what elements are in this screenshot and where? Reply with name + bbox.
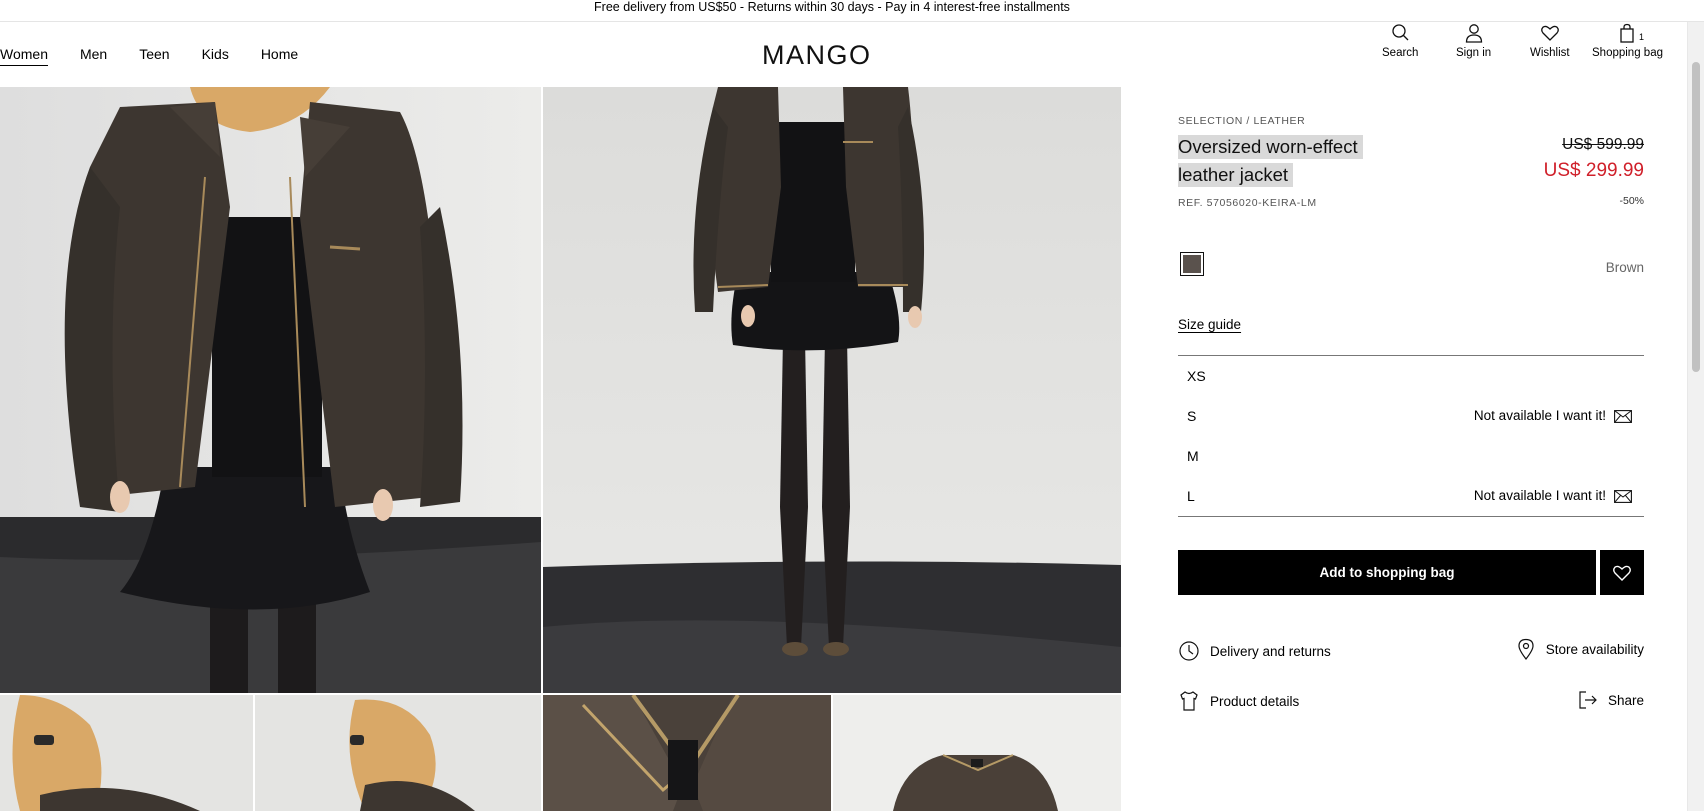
size-guide-link[interactable]: Size guide bbox=[1178, 317, 1241, 332]
product-breadcrumb[interactable]: SELECTION / LEATHER bbox=[1178, 115, 1305, 127]
add-to-bag-button[interactable]: Add to shopping bag bbox=[1178, 550, 1596, 595]
bag-count-badge: 1 bbox=[1639, 32, 1645, 42]
search-button[interactable]: Search bbox=[1382, 22, 1418, 59]
product-title: Oversized worn-effect leather jacket bbox=[1178, 133, 1363, 189]
nav-teen[interactable]: Teen bbox=[139, 46, 169, 66]
color-swatch-brown[interactable] bbox=[1180, 252, 1204, 276]
main-nav: Women Men Teen Kids Home bbox=[0, 46, 330, 66]
mail-icon[interactable] bbox=[1614, 490, 1632, 503]
size-label: M bbox=[1187, 448, 1199, 464]
clock-icon bbox=[1179, 641, 1199, 661]
page-scrollbar[interactable] bbox=[1687, 22, 1704, 811]
size-option-s[interactable]: S Not available I want it! bbox=[1178, 396, 1644, 436]
sale-price: US$ 299.99 bbox=[1543, 160, 1644, 181]
original-price: US$ 599.99 bbox=[1562, 136, 1644, 153]
delivery-returns-label: Delivery and returns bbox=[1210, 643, 1331, 659]
nav-women[interactable]: Women bbox=[0, 46, 48, 66]
size-availability: Not available I want it! bbox=[1473, 488, 1606, 503]
selected-color-name: Brown bbox=[1605, 260, 1644, 275]
share-icon bbox=[1579, 691, 1597, 709]
size-label: S bbox=[1187, 408, 1197, 424]
brand-logo[interactable]: MANGO bbox=[762, 40, 872, 71]
share-label: Share bbox=[1607, 692, 1644, 708]
swatch-fill bbox=[1183, 255, 1201, 273]
product-image-front-closeup[interactable] bbox=[0, 87, 541, 693]
product-reference: REF. 57056020-KEIRA-LM bbox=[1178, 197, 1317, 209]
store-availability-link[interactable]: Store availability bbox=[1516, 638, 1644, 660]
nav-kids[interactable]: Kids bbox=[202, 46, 229, 66]
user-icon bbox=[1465, 24, 1482, 43]
announcement-bar: Free delivery from US$50 - Returns withi… bbox=[0, 0, 1704, 22]
size-option-l[interactable]: L Not available I want it! bbox=[1178, 476, 1644, 516]
wishlist-button[interactable]: Wishlist bbox=[1530, 22, 1570, 59]
wishlist-label: Wishlist bbox=[1530, 47, 1570, 59]
shopping-bag-label: Shopping bag bbox=[1592, 47, 1663, 59]
size-label: XS bbox=[1187, 368, 1206, 384]
product-image-collar-detail[interactable] bbox=[543, 695, 831, 811]
mail-icon[interactable] bbox=[1614, 410, 1632, 423]
site-header: Women Men Teen Kids Home MANGO Search Si… bbox=[0, 22, 1704, 87]
location-pin-icon bbox=[1518, 638, 1534, 660]
search-icon bbox=[1392, 24, 1409, 41]
size-option-xs[interactable]: XS bbox=[1178, 356, 1644, 396]
discount-badge: -50% bbox=[1619, 195, 1644, 207]
product-title-line-1: Oversized worn-effect bbox=[1178, 135, 1363, 159]
product-details-label: Product details bbox=[1210, 693, 1300, 709]
product-image-full-length[interactable] bbox=[543, 87, 1121, 693]
sign-in-button[interactable]: Sign in bbox=[1456, 22, 1491, 59]
sign-in-label: Sign in bbox=[1456, 47, 1492, 59]
share-link[interactable]: Share bbox=[1578, 690, 1644, 710]
size-label: L bbox=[1187, 488, 1195, 504]
scrollbar-thumb[interactable] bbox=[1692, 62, 1700, 372]
product-title-line-2: leather jacket bbox=[1178, 163, 1294, 187]
product-image-profile-1[interactable] bbox=[0, 695, 253, 811]
store-availability-label: Store availability bbox=[1545, 641, 1644, 657]
nav-men[interactable]: Men bbox=[80, 46, 107, 66]
shopping-bag-button[interactable]: 1 Shopping bag bbox=[1592, 22, 1663, 59]
product-image-flat-lay[interactable] bbox=[833, 695, 1121, 811]
product-image-profile-2[interactable] bbox=[255, 695, 541, 811]
search-label: Search bbox=[1382, 47, 1419, 59]
size-list: XS S Not available I want it! M L Not av… bbox=[1178, 355, 1644, 517]
heart-icon bbox=[1540, 25, 1559, 41]
announcement-text: Free delivery from US$50 - Returns withi… bbox=[594, 0, 1070, 14]
size-availability: Not available I want it! bbox=[1473, 408, 1606, 423]
add-to-wishlist-button[interactable] bbox=[1600, 550, 1644, 595]
size-option-m[interactable]: M bbox=[1178, 436, 1644, 476]
bag-icon bbox=[1620, 23, 1635, 43]
nav-home[interactable]: Home bbox=[261, 46, 298, 66]
delivery-returns-link[interactable]: Delivery and returns bbox=[1178, 640, 1331, 662]
heart-icon bbox=[1613, 565, 1631, 581]
product-details-link[interactable]: Product details bbox=[1178, 690, 1299, 712]
tshirt-icon bbox=[1180, 691, 1198, 711]
